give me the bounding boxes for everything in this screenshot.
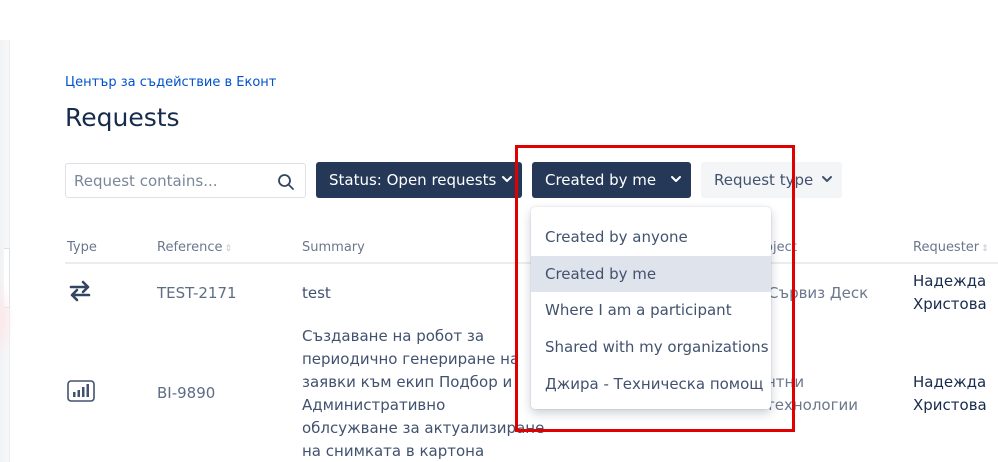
chevron-down-icon	[502, 176, 512, 182]
row-summary[interactable]: Създаване на робот за периодично генерир…	[302, 325, 544, 462]
sort-icon: ⇕	[224, 244, 233, 254]
search-field[interactable]	[65, 163, 306, 198]
row-summary[interactable]: test	[302, 282, 331, 305]
highlight-annotation	[515, 145, 795, 432]
row-requester: Надежда Христова	[913, 373, 987, 414]
breadcrumb[interactable]: Център за съдействие в Еконт	[65, 75, 276, 90]
decorative-glow	[0, 280, 14, 360]
search-icon[interactable]	[277, 173, 295, 191]
row-requester: Надежда Христова	[913, 272, 987, 313]
row-reference[interactable]: BI-9890	[157, 382, 215, 405]
arrows-swap-icon	[69, 280, 91, 302]
search-input[interactable]	[66, 164, 266, 197]
row-reference[interactable]: TEST-2171	[157, 282, 237, 305]
chevron-down-icon	[822, 176, 832, 182]
column-header-reference[interactable]: Reference ⇕	[157, 240, 232, 255]
column-header-requester[interactable]: Requester ⇕	[913, 240, 989, 255]
page-title: Requests	[65, 103, 180, 132]
sort-icon: ⇕	[981, 244, 989, 254]
side-panel-edge	[0, 40, 10, 462]
column-header-summary[interactable]: Summary	[302, 240, 365, 255]
status-filter-button[interactable]: Status: Open requests	[316, 162, 522, 198]
column-header-type: Type	[67, 240, 97, 255]
status-filter-label: Status: Open requests	[329, 171, 497, 189]
bar-chart-icon	[67, 380, 95, 402]
